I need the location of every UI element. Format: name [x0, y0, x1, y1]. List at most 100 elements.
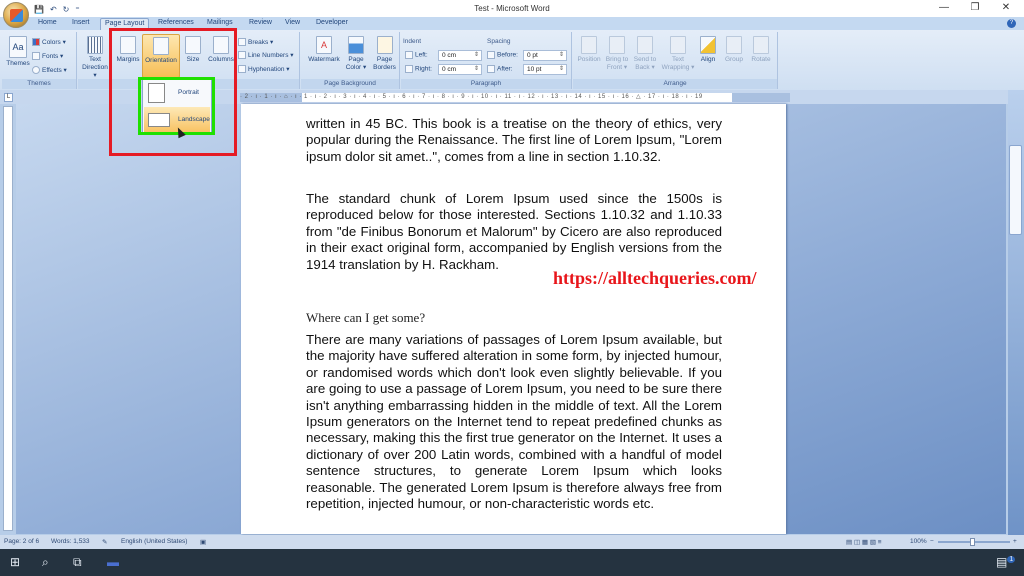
spinner-icon[interactable]: ⇕ — [559, 51, 564, 60]
align-button[interactable]: Align — [697, 36, 719, 64]
line-numbers-button[interactable]: Line Numbers ▾ — [238, 51, 294, 60]
document-page[interactable]: written in 45 BC. This book is a treatis… — [241, 104, 786, 534]
indent-right-input[interactable]: 0 cm ⇕ — [438, 64, 482, 75]
colors-icon — [32, 38, 40, 47]
scrollbar-thumb[interactable] — [1009, 145, 1022, 235]
themes-button[interactable]: Aa Themes — [4, 36, 32, 68]
tab-home[interactable]: Home — [38, 19, 57, 26]
search-icon[interactable]: ⌕ — [42, 555, 49, 570]
app-taskbar-icon[interactable]: ▬ — [107, 555, 119, 569]
themes-group-label: Themes — [2, 79, 76, 89]
text-wrapping-button[interactable]: Text Wrapping ▾ — [661, 36, 695, 72]
spacing-label: Spacing — [487, 38, 511, 45]
tab-insert[interactable]: Insert — [72, 19, 90, 26]
tab-references[interactable]: References — [158, 19, 194, 26]
paragraph-2[interactable]: The standard chunk of Lorem Ipsum used s… — [306, 191, 722, 273]
send-to-back-icon — [637, 36, 653, 54]
send-to-back-button[interactable]: Send to Back ▾ — [631, 36, 659, 72]
macro-record-icon[interactable]: ▣ — [200, 538, 206, 546]
redo-icon[interactable]: ↻ — [63, 5, 70, 14]
position-button[interactable]: Position — [575, 36, 603, 64]
indent-left-icon — [405, 51, 413, 59]
paragraph-group-label: Paragraph — [401, 79, 571, 89]
tab-review[interactable]: Review — [249, 19, 272, 26]
site-watermark: https://alltechqueries.com/ — [553, 268, 757, 288]
spinner-icon[interactable]: ⇕ — [474, 51, 479, 60]
tab-view[interactable]: View — [285, 19, 300, 26]
office-button[interactable] — [3, 2, 29, 28]
rotate-button[interactable]: Rotate — [748, 36, 774, 64]
hyphenation-button[interactable]: Hyphenation ▾ — [238, 65, 290, 74]
rotate-icon — [753, 36, 769, 54]
language-indicator[interactable]: English (United States) — [121, 538, 187, 545]
task-view-icon[interactable]: ⧉ — [73, 555, 82, 570]
spacing-before-input[interactable]: 0 pt ⇕ — [523, 50, 567, 61]
page-color-button[interactable]: Page Color ▾ — [343, 36, 369, 72]
tab-mailings[interactable]: Mailings — [207, 19, 233, 26]
zoom-level[interactable]: 100% — [910, 538, 927, 545]
zoom-slider-thumb[interactable] — [970, 538, 975, 546]
tab-developer[interactable]: Developer — [316, 19, 348, 26]
spinner-icon[interactable]: ⇕ — [474, 65, 479, 74]
spacing-after-input[interactable]: 10 pt ⇕ — [523, 64, 567, 75]
bring-to-front-button[interactable]: Bring to Front ▾ — [603, 36, 631, 72]
status-bar: Page: 2 of 6 Words: 1,533 ✎ English (Uni… — [0, 535, 1024, 549]
help-icon[interactable]: ? — [1007, 19, 1016, 28]
arrange-group-label: Arrange — [573, 79, 777, 89]
view-buttons[interactable]: ▤ ◫ ▦ ▧ ≡ — [846, 538, 882, 546]
effects-button[interactable]: Effects ▾ — [32, 66, 67, 75]
title-bar: Test - Microsoft Word 💾 ↶ ↻ ⁼ — ❐ ✕ — [0, 0, 1024, 17]
effects-icon — [32, 66, 40, 75]
restore-button[interactable]: ❐ — [965, 2, 985, 13]
page-borders-button[interactable]: Page Borders — [371, 36, 398, 72]
spacing-after-label: After: — [487, 65, 513, 73]
themes-group: Aa Themes Colors ▾ Fonts ▾ Effects ▾ The… — [2, 32, 77, 89]
spacing-before-label: Before: — [487, 51, 518, 59]
paragraph-1[interactable]: written in 45 BC. This book is a treatis… — [306, 116, 722, 165]
indent-label: Indent — [403, 38, 422, 45]
minimize-button[interactable]: — — [934, 2, 954, 13]
breaks-button[interactable]: Breaks ▾ — [238, 38, 273, 47]
themes-icon: Aa — [9, 36, 27, 58]
position-icon — [581, 36, 597, 54]
window-title: Test - Microsoft Word — [474, 4, 550, 13]
ruler-scale[interactable]: · 2 · ı · 1 · ı · ⌂ · ı · 1 · ı · 2 · ı … — [240, 93, 790, 102]
arrange-group: Position Bring to Front ▾ Send to Back ▾… — [573, 32, 778, 89]
page-color-icon — [348, 36, 364, 54]
text-direction-icon — [87, 36, 103, 54]
word-window: Test - Microsoft Word 💾 ↶ ↻ ⁼ — ❐ ✕ Home… — [0, 0, 1024, 576]
colors-button[interactable]: Colors ▾ — [32, 38, 66, 47]
group-button[interactable]: Group — [721, 36, 747, 64]
indent-right-label: Right: — [405, 65, 432, 73]
undo-icon[interactable]: ↶ — [50, 5, 57, 14]
indent-left-input[interactable]: 0 cm ⇕ — [438, 50, 482, 61]
save-icon[interactable]: 💾 — [34, 5, 44, 14]
watermark-icon: A — [316, 36, 332, 54]
ruler-ticks: · 2 · ı · 1 · ı · ⌂ · ı · 1 · ı · 2 · ı … — [240, 94, 703, 100]
fonts-button[interactable]: Fonts ▾ — [32, 52, 63, 61]
spinner-icon[interactable]: ⇕ — [559, 65, 564, 74]
start-icon[interactable]: ⊞ — [10, 555, 20, 569]
vertical-ruler — [3, 106, 13, 531]
close-button[interactable]: ✕ — [996, 2, 1016, 13]
word-count[interactable]: Words: 1,533 — [51, 538, 90, 545]
watermark-button[interactable]: A Watermark — [305, 36, 343, 64]
text-direction-button[interactable]: Text Direction ▾ — [80, 36, 110, 80]
paragraph-3[interactable]: There are many variations of passages of… — [306, 332, 722, 512]
notification-badge: 1 — [1007, 556, 1016, 563]
section-heading[interactable]: Where can I get some? — [306, 310, 425, 326]
customize-qat-icon[interactable]: ⁼ — [75, 5, 79, 14]
notification-icon[interactable]: ▤ 1 — [996, 555, 1016, 569]
zoom-in-button[interactable]: + — [1013, 538, 1017, 545]
bring-to-front-icon — [609, 36, 625, 54]
page-count[interactable]: Page: 2 of 6 — [4, 538, 39, 545]
zoom-out-button[interactable]: − — [930, 538, 934, 545]
text-wrapping-icon — [670, 36, 686, 54]
tab-selector[interactable]: L — [4, 93, 13, 102]
hyphenation-icon — [238, 65, 246, 74]
breaks-icon — [238, 38, 246, 47]
proofing-icon[interactable]: ✎ — [102, 538, 107, 546]
group-icon — [726, 36, 742, 54]
page-background-group-label: Page Background — [301, 79, 399, 89]
office-logo-icon — [10, 9, 23, 22]
